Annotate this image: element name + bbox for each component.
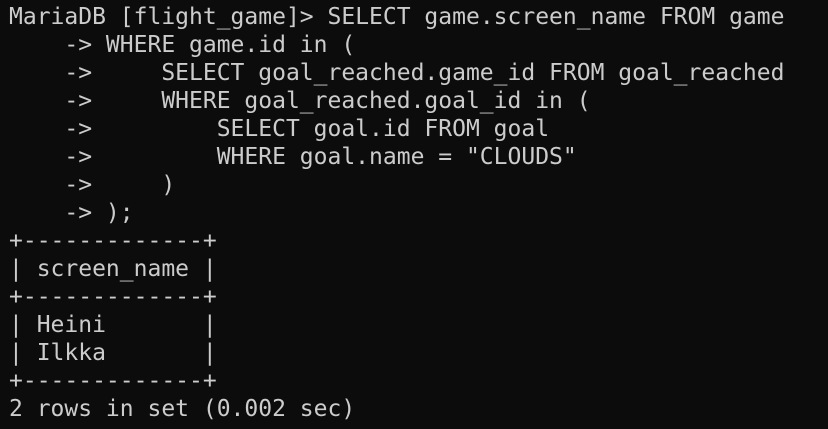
- query-line-4: -> SELECT goal.id FROM goal: [9, 116, 550, 142]
- table-border-bottom: +-------------+: [9, 368, 217, 394]
- prompt-line: MariaDB [flight_game]> SELECT game.scree…: [9, 3, 828, 31]
- query-line-5: -> WHERE goal.name = "CLOUDS": [9, 144, 577, 170]
- query-line-3: -> WHERE goal_reached.goal_id in (: [9, 88, 591, 114]
- query-line-6: -> ): [9, 172, 176, 198]
- mariadb-prompt: MariaDB [flight_game]>: [9, 4, 328, 30]
- table-row: | Heini |: [9, 312, 217, 338]
- terminal-window[interactable]: MariaDB [flight_game]> SELECT game.scree…: [0, 0, 828, 429]
- query-line-0: SELECT game.screen_name FROM game: [327, 4, 785, 30]
- query-line-2: -> SELECT goal_reached.game_id FROM goal…: [9, 60, 785, 86]
- table-border-middle: +-------------+: [9, 284, 217, 310]
- result-summary: 2 rows in set (0.002 sec): [9, 396, 356, 422]
- query-line-1: -> WHERE game.id in (: [9, 32, 356, 58]
- query-line-7: -> );: [9, 200, 134, 226]
- table-header-row: | screen_name |: [9, 256, 217, 282]
- table-row: | Ilkka |: [9, 340, 217, 366]
- table-border-top: +-------------+: [9, 228, 217, 254]
